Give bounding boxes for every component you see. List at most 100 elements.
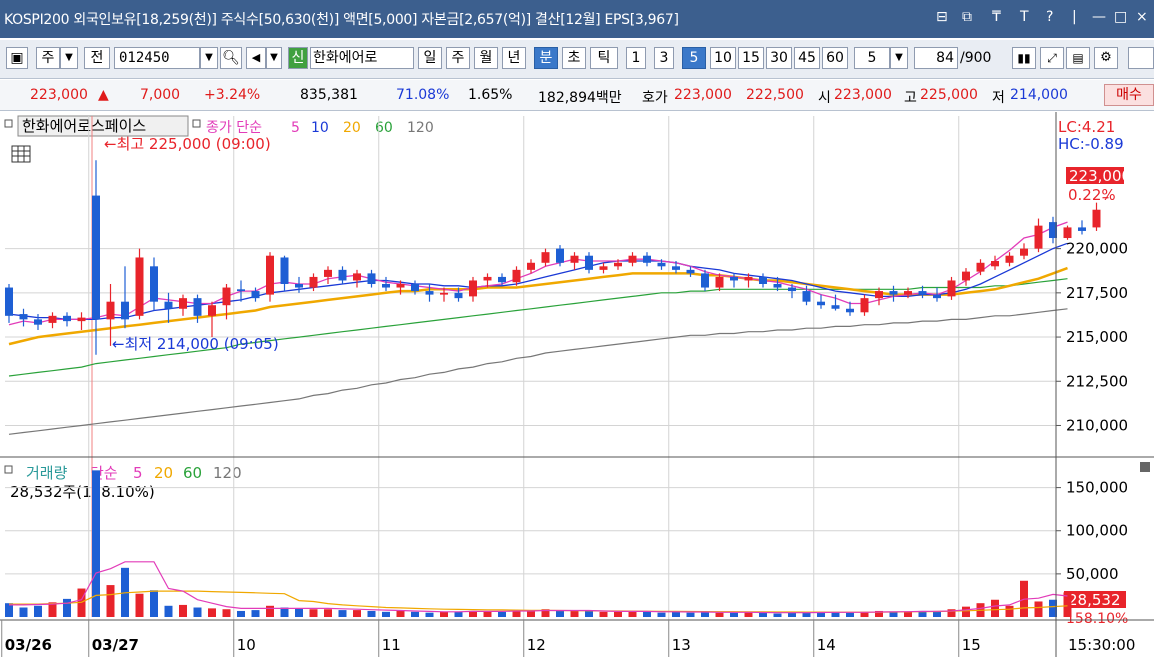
- minimize-icon[interactable]: —: [1092, 9, 1106, 25]
- speaker-dropdown-icon[interactable]: ▼: [266, 47, 282, 69]
- candle-body: [106, 301, 115, 320]
- volume-bar: [846, 612, 854, 617]
- legend-ma10: 10: [311, 120, 329, 136]
- volume-bar: [222, 609, 231, 617]
- candle-body: [469, 280, 477, 297]
- volume-bar: [63, 598, 71, 617]
- turnover: 1.65%: [468, 87, 513, 103]
- period-tick[interactable]: 틱: [590, 47, 618, 69]
- candle-body: [628, 255, 637, 263]
- hc-indicator: HC:-0.89: [1058, 135, 1124, 153]
- volume: 835,381: [300, 87, 358, 103]
- open-price: 223,000: [834, 87, 892, 103]
- save-icon[interactable]: ▤: [1066, 47, 1090, 69]
- volume-legend-ma120: 120: [213, 464, 242, 482]
- search-icon[interactable]: 🔍︎: [220, 47, 242, 69]
- volume-bar: [512, 610, 521, 617]
- chart-svg: 한화에어로스페이스 종가 단순 5 10 20 60 120 LC:4.21 H…: [0, 112, 1154, 657]
- volume-bar: [614, 611, 622, 617]
- candle-body: [367, 273, 376, 284]
- code-input[interactable]: 012450: [114, 47, 200, 69]
- candle-body: [773, 284, 782, 288]
- type-button[interactable]: 주: [36, 47, 60, 69]
- count-input[interactable]: 84: [914, 47, 958, 69]
- candle-body: [889, 291, 898, 295]
- candle-body: [1034, 225, 1043, 249]
- period-minute[interactable]: 분: [534, 47, 558, 69]
- close-icon[interactable]: ×: [1136, 9, 1148, 25]
- pin-icon[interactable]: ₸: [992, 9, 1001, 25]
- volume-last-value: 28,532주(158.10%): [10, 483, 155, 501]
- period-week[interactable]: 주: [446, 47, 470, 69]
- restore-window-icon[interactable]: ⧉: [962, 9, 972, 25]
- volume-last-tag-text: 28,532: [1068, 591, 1121, 609]
- x-tick-label: 10: [237, 636, 256, 654]
- toolbar: ▣ 주 ▼ 전 012450 ▼ 🔍︎ ◀ ▼ 신 한화에어로 일 주 월 년 …: [0, 40, 1154, 79]
- candle-body: [991, 261, 999, 267]
- checkbox[interactable]: [1128, 47, 1154, 69]
- volume-bar: [759, 612, 767, 617]
- y-tick-label: 217,500: [1066, 284, 1128, 302]
- high-annotation: ←최고 225,000 (09:00): [104, 135, 271, 153]
- period-day[interactable]: 일: [418, 47, 442, 69]
- speaker-icon[interactable]: ◀: [246, 47, 266, 69]
- prev-button[interactable]: 전: [84, 47, 110, 69]
- candle-body: [512, 269, 521, 283]
- volume-bar: [773, 613, 782, 617]
- chart-area: 한화에어로스페이스 종가 단순 5 10 20 60 120 LC:4.21 H…: [0, 112, 1154, 657]
- interval-15[interactable]: 15: [738, 47, 764, 69]
- unit-dropdown-icon[interactable]: ▼: [890, 47, 908, 69]
- volume-bar: [715, 612, 724, 617]
- interval-1[interactable]: 1: [626, 47, 646, 69]
- volume-bar: [498, 611, 506, 617]
- maximize-icon[interactable]: □: [1114, 9, 1127, 25]
- volume-bar: [657, 612, 666, 617]
- quote-bar: 223,000 ▲ 7,000 +3.24% 835,381 71.08% 1.…: [0, 80, 1154, 111]
- candle-body: [266, 255, 274, 295]
- interval-60[interactable]: 60: [822, 47, 848, 69]
- layout-icon[interactable]: ⊟: [936, 9, 948, 25]
- legend-ma60: 60: [375, 120, 393, 136]
- candle-body: [962, 271, 970, 281]
- lc-indicator: LC:4.21: [1058, 118, 1115, 136]
- font-icon[interactable]: T: [1020, 9, 1029, 25]
- candle-body: [92, 195, 100, 320]
- candle-body: [817, 301, 825, 306]
- volume-bar: [353, 610, 361, 617]
- interval-10[interactable]: 10: [710, 47, 736, 69]
- table-icon[interactable]: [11, 145, 31, 163]
- settings-gear-icon[interactable]: ⚙: [1094, 47, 1118, 69]
- interval-30[interactable]: 30: [766, 47, 792, 69]
- type-dropdown-icon[interactable]: ▼: [60, 47, 78, 69]
- volume-bar: [150, 590, 158, 617]
- help-icon[interactable]: ?: [1046, 9, 1053, 25]
- panel-toggle-icon[interactable]: ▣: [6, 47, 28, 69]
- interval-5[interactable]: 5: [682, 47, 706, 69]
- candle-body: [425, 291, 434, 295]
- volume-bar: [135, 593, 144, 617]
- interval-45[interactable]: 45: [794, 47, 820, 69]
- period-second[interactable]: 초: [562, 47, 586, 69]
- legend-ma5: 5: [291, 120, 300, 136]
- panel-close-icon[interactable]: [1140, 462, 1150, 472]
- candle-type-icon[interactable]: ▮▮: [1012, 47, 1036, 69]
- buy-button[interactable]: 매수: [1104, 84, 1154, 106]
- period-month[interactable]: 월: [474, 47, 498, 69]
- stock-name-field[interactable]: 한화에어로: [310, 47, 414, 69]
- volume-bar: [962, 606, 970, 617]
- interval-3[interactable]: 3: [654, 47, 674, 69]
- period-year[interactable]: 년: [502, 47, 526, 69]
- code-dropdown-icon[interactable]: ▼: [200, 47, 218, 69]
- y-tick-label: 212,500: [1066, 372, 1128, 390]
- candle-body: [1092, 209, 1101, 228]
- volume-bar: [643, 611, 651, 617]
- candle-body: [237, 289, 245, 292]
- unit-select[interactable]: 5: [854, 47, 890, 69]
- candle-body: [643, 255, 651, 263]
- ask-price-2: 222,500: [746, 87, 804, 103]
- volume-legend-ma5: 5: [133, 464, 143, 482]
- line-tool-icon[interactable]: ⤢: [1040, 47, 1064, 69]
- candle-body: [280, 257, 289, 284]
- candle-body: [541, 252, 550, 263]
- candle-body: [788, 287, 796, 292]
